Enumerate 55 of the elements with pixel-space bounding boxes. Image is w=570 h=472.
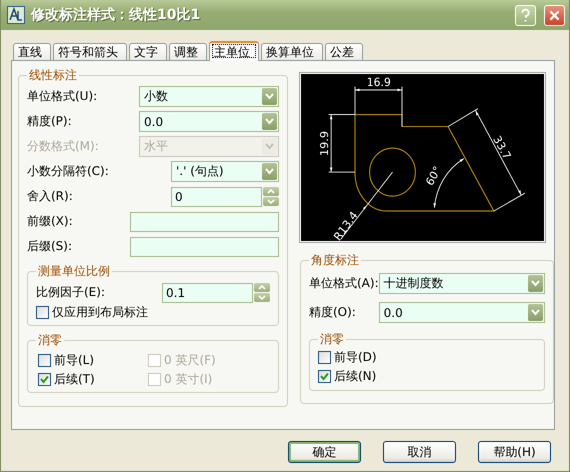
group-title: 消零 [37, 332, 63, 349]
field-label: 舍入(R): [27, 188, 73, 205]
field-label: 后缀(S): [27, 238, 72, 255]
chevron-down-icon [528, 275, 543, 292]
spin-down-button[interactable] [263, 197, 279, 206]
window-title: 修改标注样式：线性10比1 [31, 6, 202, 24]
checkbox[interactable]: 前导(D) [318, 348, 536, 367]
field-label: 单位格式(A): [309, 275, 379, 292]
check-icon [320, 372, 329, 381]
field-label: 比例因子(E): [36, 284, 105, 301]
dropdown[interactable]: 0.0 [139, 111, 279, 132]
checkbox[interactable]: 前导(L) [38, 351, 148, 370]
chevron-down-icon [528, 304, 543, 321]
group-title: 消零 [319, 331, 345, 348]
field-label: 单位格式(U): [27, 88, 98, 105]
dialog-button[interactable]: 取消 [383, 441, 456, 463]
tab[interactable]: 符号和箭头 [53, 43, 127, 60]
group-title: 测量单位比例 [37, 263, 111, 280]
chevron-down-icon [262, 113, 277, 130]
spin-up-button[interactable] [263, 187, 279, 196]
dropdown[interactable]: '.' (句点) [171, 161, 279, 182]
tab[interactable]: 直线 [13, 43, 51, 60]
number-field[interactable]: 0 [171, 186, 262, 206]
tab[interactable]: 换算单位 [261, 43, 323, 60]
dropdown[interactable]: 十进制度数 [378, 273, 545, 294]
input-field[interactable] [130, 212, 279, 232]
chevron-down-icon [262, 163, 277, 180]
spin-down-button[interactable] [254, 293, 270, 302]
dialog-button[interactable]: 确定 [288, 441, 361, 463]
check-icon [40, 375, 49, 384]
group-title: 角度标注 [310, 252, 360, 269]
close-button[interactable] [544, 4, 565, 26]
chevron-down-icon [262, 138, 277, 155]
dropdown[interactable]: 小数 [139, 86, 279, 107]
dialog-button[interactable]: 帮助(H) [478, 441, 551, 463]
input-field[interactable] [130, 236, 279, 256]
tab[interactable]: 文字 [129, 43, 167, 60]
checkbox[interactable]: 后续(N) [318, 367, 536, 386]
group-title: 线性标注 [28, 67, 78, 84]
help-button[interactable] [515, 4, 536, 26]
field-label: 精度(O): [309, 304, 356, 321]
field-label: 分数格式(M): [27, 138, 99, 155]
field-label: 精度(P): [27, 113, 72, 130]
spin-up-button[interactable] [254, 283, 270, 292]
field-label: 小数分隔符(C): [27, 163, 109, 180]
app-icon [7, 6, 25, 24]
checkbox[interactable]: 仅应用到布局标注 [36, 303, 270, 322]
field-label: 前缀(X): [27, 213, 73, 230]
tab[interactable]: 公差 [325, 43, 363, 60]
chevron-down-icon [262, 88, 277, 105]
checkbox[interactable]: 后续(T) [38, 370, 148, 389]
number-field[interactable]: 0.1 [162, 282, 253, 302]
tab[interactable]: 调整 [169, 43, 207, 60]
tab[interactable]: 主单位 [209, 41, 259, 61]
dropdown[interactable]: 0.0 [378, 302, 545, 323]
